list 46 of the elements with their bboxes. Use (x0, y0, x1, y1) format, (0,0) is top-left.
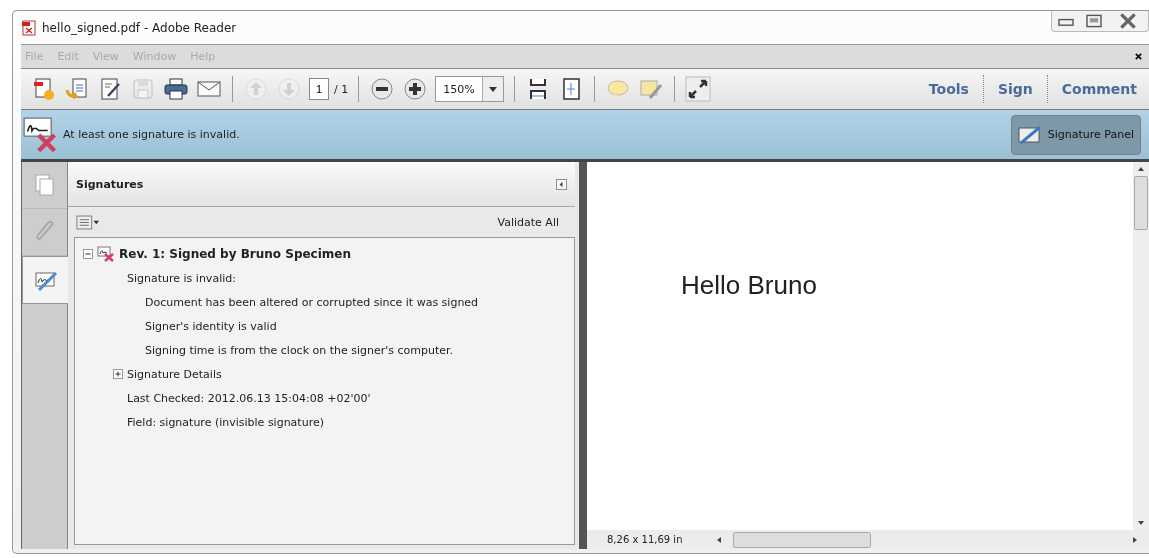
tree-item[interactable]: Document has been altered or corrupted since it was signed (145, 295, 479, 309)
tree-item[interactable]: Field: signature (invisible signature) (127, 415, 324, 429)
banner-message: At least one signature is invalid. (63, 128, 241, 141)
vertical-scrollbar[interactable] (1133, 162, 1149, 530)
signature-panel-button[interactable]: Signature Panel (1010, 114, 1141, 155)
invalid-signature-icon (23, 116, 59, 153)
page-number-field[interactable]: 1 (309, 78, 329, 100)
toolbar-link[interactable]: Sign (997, 81, 1033, 97)
validate-all-link[interactable]: Validate All (497, 215, 559, 229)
right-arrow-icon[interactable] (1131, 535, 1139, 544)
printer-icon[interactable] (163, 76, 189, 102)
pdf-icon (21, 19, 37, 36)
document-text: Hello Bruno (681, 270, 817, 300)
pages-icon (32, 173, 57, 197)
signature-revision[interactable]: Rev. 1: Signed by Bruno Specimen (119, 247, 352, 261)
expand-arrows-icon[interactable] (684, 76, 711, 102)
zoom-dropdown[interactable]: 150% (435, 76, 504, 102)
document-arrow-icon[interactable] (64, 76, 90, 102)
left-arrow-icon[interactable] (715, 535, 723, 544)
tree-toggle-icon[interactable] (113, 369, 123, 379)
caret-icon (488, 86, 497, 92)
tree-item[interactable]: Signer's identity is valid (145, 319, 277, 333)
invalid-signature-icon (97, 246, 115, 262)
window-title: hello_signed.pdf - Adobe Reader (42, 20, 238, 35)
minus-circle-icon[interactable] (369, 76, 396, 102)
tree-item[interactable]: Signature is invalid: (127, 271, 236, 285)
plus-circle-icon[interactable] (402, 76, 429, 102)
down-arrow-icon[interactable] (1137, 519, 1145, 527)
tree-toggle-icon[interactable] (83, 249, 93, 259)
signatures-tab[interactable] (22, 256, 68, 304)
tree-item[interactable]: Signing time is from the clock on the signer's computer. (145, 343, 454, 357)
panel-title: Signatures (76, 177, 145, 191)
signature-pen-icon (1017, 125, 1042, 144)
tree-item[interactable]: Signature Details (127, 367, 222, 381)
page-size-label: 8,26 x 11,69 in (606, 534, 684, 545)
toolbar-link[interactable]: Tools (928, 81, 969, 97)
page-total: / 1 (334, 82, 349, 96)
close-icon[interactable] (1134, 52, 1143, 61)
collapse-panel-icon[interactable] (556, 178, 567, 190)
scroll-thumb[interactable] (733, 531, 871, 548)
toolbar-link[interactable]: Comment (1061, 81, 1137, 97)
scroll-thumb[interactable] (1134, 176, 1148, 230)
tree-item[interactable]: Last Checked: 2012.06.13 15:04:08 +02'00' (127, 391, 371, 405)
options-menu-icon[interactable] (76, 214, 100, 230)
up-arrow-icon[interactable] (1137, 165, 1145, 173)
document-star-icon[interactable] (31, 76, 57, 102)
